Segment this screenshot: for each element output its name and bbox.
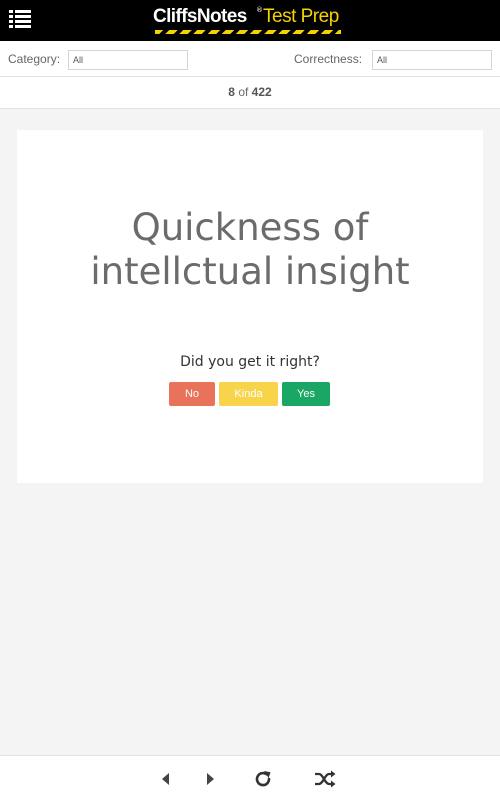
category-label: Category:	[8, 52, 61, 66]
next-icon	[207, 773, 214, 785]
flashcard[interactable]: Quickness of intellctual insight Did you…	[17, 130, 483, 483]
app-header: CliffsNotes ® Test Prep	[0, 0, 500, 41]
menu-button[interactable]	[9, 10, 31, 28]
card-counter: 8 of 422	[0, 77, 500, 109]
logo-brand-text: CliffsNotes	[153, 6, 247, 27]
no-button[interactable]: No	[169, 382, 215, 406]
counter-current: 8	[228, 85, 235, 99]
correctness-select-value: All	[377, 55, 388, 65]
kinda-button[interactable]: Kinda	[219, 382, 278, 406]
category-select[interactable]: All	[68, 50, 188, 70]
previous-icon	[162, 773, 169, 785]
refresh-button[interactable]	[252, 768, 274, 790]
previous-button[interactable]	[155, 768, 177, 790]
self-assessment-question: Did you get it right?	[180, 354, 320, 370]
shuffle-button[interactable]	[314, 768, 336, 790]
next-button[interactable]	[199, 768, 221, 790]
correctness-label: Correctness:	[294, 52, 363, 66]
hamburger-menu-icon	[9, 10, 31, 28]
refresh-icon	[255, 771, 271, 787]
filter-bar: Category: All Correctness: All	[0, 41, 500, 77]
flashcard-term: Quickness of intellctual insight	[90, 206, 410, 293]
logo-stripe	[155, 30, 341, 34]
counter-of-label: of	[238, 85, 249, 99]
category-select-value: All	[73, 55, 84, 65]
logo-registered-mark: ®	[256, 6, 263, 14]
logo-product-text: Test Prep	[263, 6, 339, 27]
bottom-nav-bar	[0, 755, 500, 800]
counter-total: 422	[251, 85, 272, 99]
shuffle-icon	[315, 770, 336, 788]
correctness-select[interactable]: All	[372, 50, 492, 70]
app-logo: CliffsNotes ® Test Prep	[153, 4, 343, 37]
yes-button[interactable]: Yes	[282, 382, 330, 406]
